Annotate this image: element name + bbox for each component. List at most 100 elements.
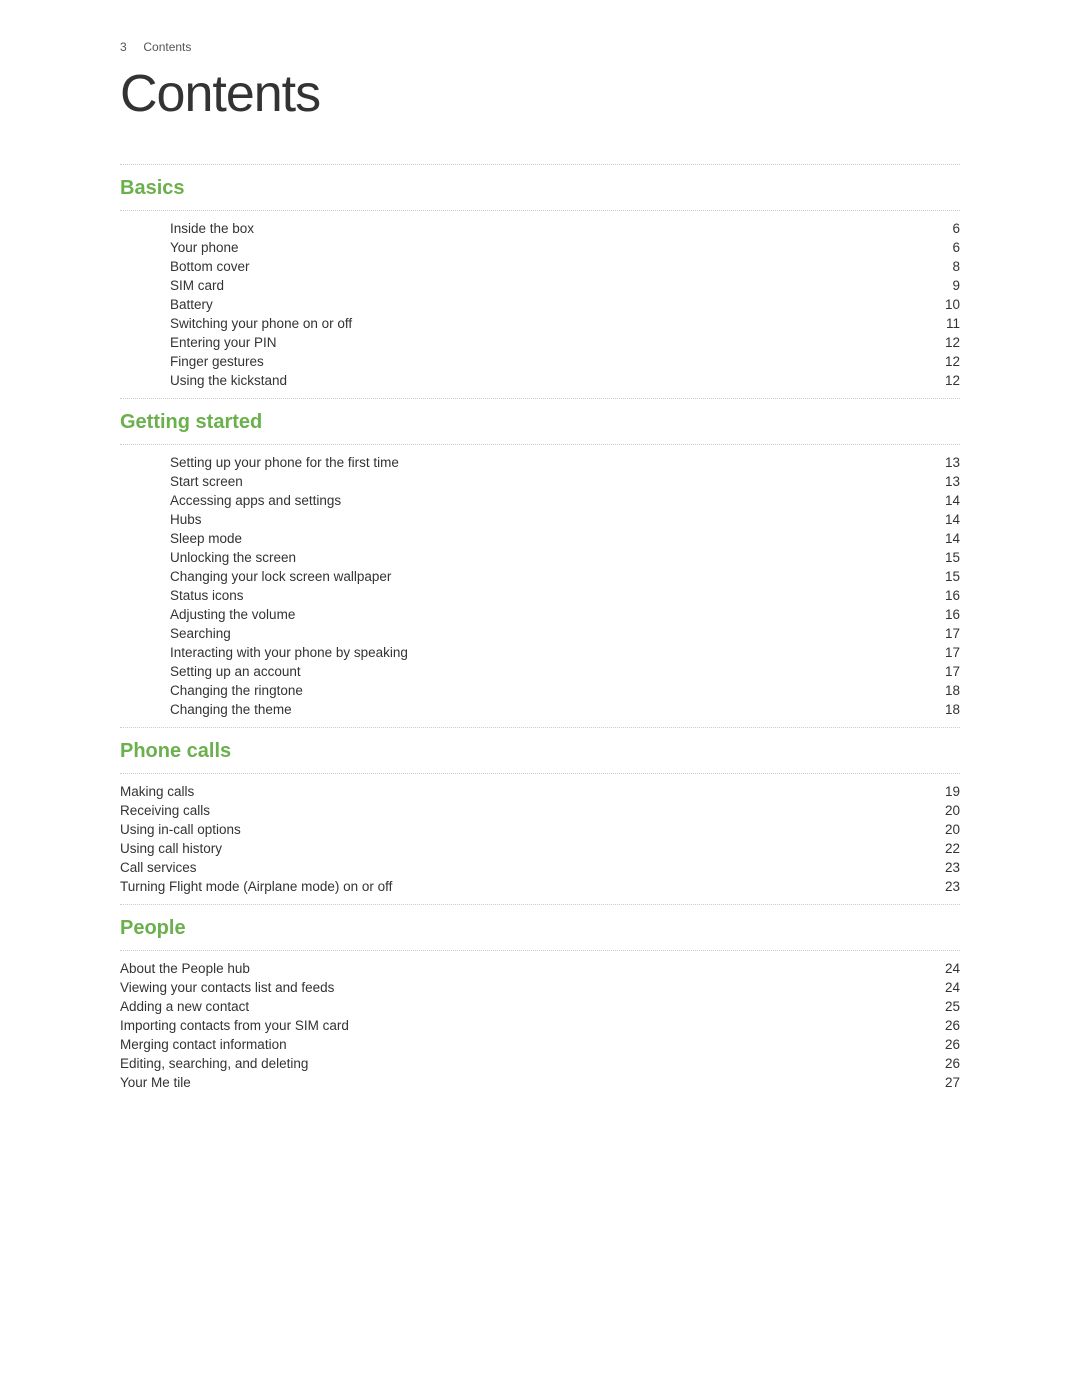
entry-label: Changing the ringtone xyxy=(170,683,303,698)
entry-page: 26 xyxy=(930,1037,960,1052)
entry-label: Receiving calls xyxy=(120,803,210,818)
entry-page: 11 xyxy=(930,316,960,331)
entry-page: 8 xyxy=(930,259,960,274)
entry-page: 23 xyxy=(930,879,960,894)
entry-page: 15 xyxy=(930,569,960,584)
entry-page: 12 xyxy=(930,354,960,369)
section-people: PeopleAbout the People hub24Viewing your… xyxy=(120,904,960,1092)
toc-entry: Editing, searching, and deleting 26 xyxy=(120,1054,960,1073)
entry-page: 16 xyxy=(930,607,960,622)
entry-label: Turning Flight mode (Airplane mode) on o… xyxy=(120,879,392,894)
toc-entry: Changing your lock screen wallpaper 15 xyxy=(170,567,960,586)
toc-entry: Using call history 22 xyxy=(120,839,960,858)
entry-page: 12 xyxy=(930,335,960,350)
toc-entry: Turning Flight mode (Airplane mode) on o… xyxy=(120,877,960,896)
entry-page: 10 xyxy=(930,297,960,312)
entry-label: Setting up your phone for the first time xyxy=(170,455,399,470)
toc-entry: Importing contacts from your SIM card26 xyxy=(120,1016,960,1035)
entry-label: Editing, searching, and deleting xyxy=(120,1056,308,1071)
entry-label: Switching your phone on or off xyxy=(170,316,352,331)
entry-page: 22 xyxy=(930,841,960,856)
entry-label: Hubs xyxy=(170,512,202,527)
toc-entry: Battery10 xyxy=(170,295,960,314)
toc-entry: Adding a new contact 25 xyxy=(120,997,960,1016)
toc-entry: Status icons16 xyxy=(170,586,960,605)
entry-label: Sleep mode xyxy=(170,531,242,546)
entries-phone-calls: Making calls 19 Receiving calls 20 Using in-… xyxy=(120,782,960,896)
toc-entry: Inside the box 6 xyxy=(170,219,960,238)
toc-entry: Merging contact information 26 xyxy=(120,1035,960,1054)
entry-page: 14 xyxy=(930,531,960,546)
toc-entry: Bottom cover8 xyxy=(170,257,960,276)
entry-label: Unlocking the screen xyxy=(170,550,296,565)
page: 3 Contents Contents Basics Inside the box… xyxy=(0,0,1080,1160)
entry-label: Interacting with your phone by speaking xyxy=(170,645,408,660)
toc-entry: Using in-call options20 xyxy=(120,820,960,839)
entry-label: Entering your PIN xyxy=(170,335,277,350)
toc-entry: Sleep mode 14 xyxy=(170,529,960,548)
entry-page: 19 xyxy=(930,784,960,799)
entry-page: 20 xyxy=(930,803,960,818)
section-getting-started: Getting started Setting up your phone for… xyxy=(120,398,960,719)
toc-entry: Changing the theme 18 xyxy=(170,700,960,719)
toc-entry: Accessing apps and settings 14 xyxy=(170,491,960,510)
entry-page: 12 xyxy=(930,373,960,388)
toc-entry: Interacting with your phone by speaking1… xyxy=(170,643,960,662)
entry-page: 6 xyxy=(930,221,960,236)
entries-getting-started: Setting up your phone for the first time… xyxy=(120,453,960,719)
entry-label: Start screen xyxy=(170,474,243,489)
toc-entry: Finger gestures 12 xyxy=(170,352,960,371)
toc-entry: About the People hub 24 xyxy=(120,959,960,978)
entry-label: Inside the box xyxy=(170,221,254,236)
toc-entry: Entering your PIN 12 xyxy=(170,333,960,352)
toc-entry: Receiving calls 20 xyxy=(120,801,960,820)
toc-entry: Unlocking the screen 15 xyxy=(170,548,960,567)
entry-label: Your Me tile xyxy=(120,1075,191,1090)
toc-entry: Setting up an account17 xyxy=(170,662,960,681)
section-phone-calls: Phone calls Making calls 19 Receiving calls… xyxy=(120,727,960,896)
toc-entry: Hubs 14 xyxy=(170,510,960,529)
entry-label: Making calls xyxy=(120,784,194,799)
entry-label: Using call history xyxy=(120,841,222,856)
entry-label: Using in-call options xyxy=(120,822,241,837)
toc-entry: Switching your phone on or off 11 xyxy=(170,314,960,333)
entry-page: 27 xyxy=(930,1075,960,1090)
entry-label: About the People hub xyxy=(120,961,250,976)
entry-label: Accessing apps and settings xyxy=(170,493,341,508)
entry-label: Adding a new contact xyxy=(120,999,249,1014)
entry-page: 14 xyxy=(930,493,960,508)
entry-label: SIM card xyxy=(170,278,224,293)
entry-page: 26 xyxy=(930,1018,960,1033)
entry-page: 17 xyxy=(930,626,960,641)
toc-entry: Adjusting the volume16 xyxy=(170,605,960,624)
toc-entry: Start screen13 xyxy=(170,472,960,491)
entry-page: 24 xyxy=(930,980,960,995)
entry-label: Searching xyxy=(170,626,231,641)
entry-label: Finger gestures xyxy=(170,354,264,369)
toc-entry: Changing the ringtone18 xyxy=(170,681,960,700)
section-title-people: People xyxy=(120,917,960,940)
entry-page: 26 xyxy=(930,1056,960,1071)
section-title-basics: Basics xyxy=(120,177,960,200)
page-title: Contents xyxy=(120,64,960,124)
toc-container: BasicsInside the box6Your phone6Bottom c… xyxy=(120,164,960,1092)
entry-label: Changing the theme xyxy=(170,702,292,717)
entry-label: Using the kickstand xyxy=(170,373,287,388)
entries-people: About the People hub24Viewing your conta… xyxy=(120,959,960,1092)
toc-entry: Viewing your contacts list and feeds24 xyxy=(120,978,960,997)
page-num-line: 3 Contents xyxy=(120,40,960,54)
entry-page: 23 xyxy=(930,860,960,875)
section-title-phone-calls: Phone calls xyxy=(120,740,960,763)
toc-entry: Your Me tile 27 xyxy=(120,1073,960,1092)
section-title-getting-started: Getting started xyxy=(120,411,960,434)
entry-label: Changing your lock screen wallpaper xyxy=(170,569,391,584)
entry-page: 25 xyxy=(930,999,960,1014)
entry-label: Merging contact information xyxy=(120,1037,287,1052)
toc-entry: Setting up your phone for the first time… xyxy=(170,453,960,472)
toc-entry: Using the kickstand 12 xyxy=(170,371,960,390)
entry-page: 24 xyxy=(930,961,960,976)
entry-page: 15 xyxy=(930,550,960,565)
entry-page: 18 xyxy=(930,702,960,717)
entry-page: 9 xyxy=(930,278,960,293)
entry-page: 14 xyxy=(930,512,960,527)
